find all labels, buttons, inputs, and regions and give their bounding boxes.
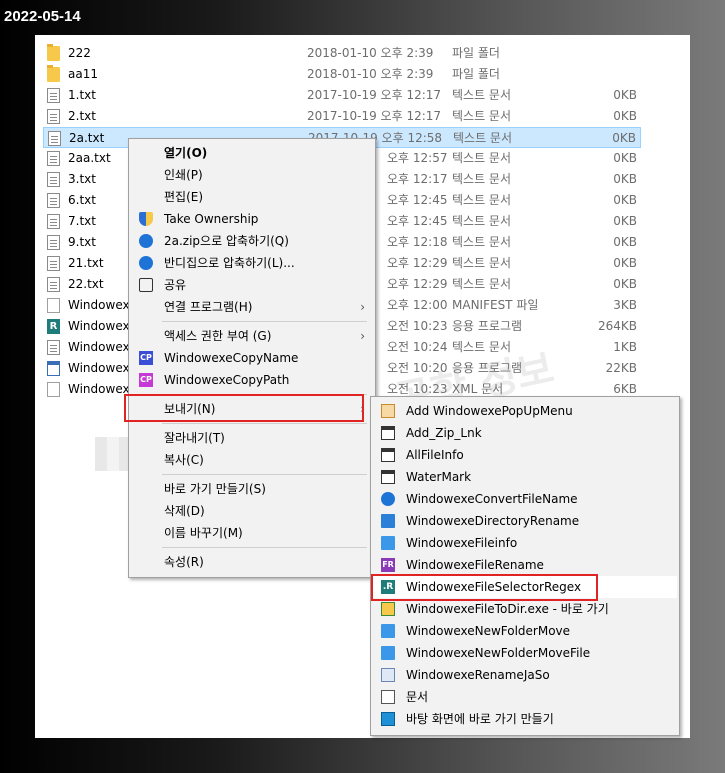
file-row-1-txt[interactable]: 1.txt 2017-10-19 오후 12:17 텍스트 문서 0KB [43,85,641,106]
shield-icon [139,212,153,226]
cp-icon: CP [139,373,153,387]
sendto-watermark[interactable]: WaterMark [373,466,677,488]
sendto-add-popupmenu[interactable]: Add WindowexePopUpMenu [373,400,677,422]
menu-separator [162,423,367,424]
sendto-new-folder-move[interactable]: WindowexeNewFolderMove [373,620,677,642]
fr-icon: FR [381,558,395,572]
chevron-right-icon: › [360,300,365,314]
file-row-222[interactable]: 222 2018-01-10 오후 2:39 파일 폴더 [43,43,641,64]
menu-item-delete[interactable]: 삭제(D) [131,500,373,522]
window-icon [381,448,395,462]
text-document-icon [47,214,60,229]
sendto-convert-filename[interactable]: WindowexeConvertFileName [373,488,677,510]
blue-folder-icon [381,536,395,550]
blank-file-icon [47,298,60,313]
menu-item-bandizip[interactable]: 반디집으로 압축하기(L)... [131,252,373,274]
bandizip-icon [139,256,153,270]
sendto-file-rename[interactable]: FR WindowexeFileRename [373,554,677,576]
text-document-icon [47,340,60,355]
text-document-icon [47,109,60,124]
text-document-icon [47,235,60,250]
send-to-highlight-box [124,394,364,422]
menu-item-rename[interactable]: 이름 바꾸기(M) [131,522,373,544]
bandizip-icon [139,234,153,248]
folder-rename-icon [381,514,395,528]
info-icon [381,492,395,506]
menu-item-edit[interactable]: 편집(E) [131,186,373,208]
menu-item-open[interactable]: 열기(O) [131,142,373,164]
window-app-icon [47,361,60,376]
menu-separator [162,321,367,322]
file-selector-regex-highlight-box [371,574,598,601]
desktop-icon [381,712,395,726]
text-document-icon [48,131,61,146]
folder-shortcut-icon [381,602,395,616]
jaso-icon [381,668,395,682]
menu-item-take-ownership[interactable]: Take Ownership [131,208,373,230]
menu-item-create-shortcut[interactable]: 바로 가기 만들기(S) [131,478,373,500]
text-document-icon [47,277,60,292]
sendto-documents[interactable]: 문서 [373,686,677,708]
sendto-allfileinfo[interactable]: AllFileInfo [373,444,677,466]
sendto-file-to-dir[interactable]: WindowexeFileToDir.exe - 바로 가기 [373,598,677,620]
menu-item-copy[interactable]: 복사(C) [131,449,373,471]
menu-item-share[interactable]: 공유 [131,274,373,296]
sendto-rename-jaso[interactable]: WindowexeRenameJaSo [373,664,677,686]
sendto-add-zip-lnk[interactable]: Add_Zip_Lnk [373,422,677,444]
text-document-icon [47,172,60,187]
date-label: 2022-05-14 [4,8,81,25]
cp-icon: CP [139,351,153,365]
chevron-right-icon: › [360,329,365,343]
text-document-icon [47,151,60,166]
blank-file-icon [47,382,60,397]
text-document-icon [47,88,60,103]
window-icon [381,426,395,440]
menu-item-grant-access[interactable]: 액세스 권한 부여 (G) › [131,325,373,347]
menu-item-cut[interactable]: 잘라내기(T) [131,427,373,449]
app-r-icon: R [47,319,60,334]
text-document-icon [47,256,60,271]
window-icon [381,470,395,484]
sendto-new-folder-move-file[interactable]: WindowexeNewFolderMoveFile [373,642,677,664]
blue-folder-icon [381,646,395,660]
menu-separator [162,474,367,475]
menu-item-copy-path[interactable]: CP WindowexeCopyPath [131,369,373,391]
menu-item-properties[interactable]: 속성(R) [131,551,373,573]
text-document-icon [47,193,60,208]
send-to-submenu: Add WindowexePopUpMenu Add_Zip_Lnk AllFi… [370,396,680,736]
menu-item-copy-name[interactable]: CP WindowexeCopyName [131,347,373,369]
popup-menu-icon [381,404,395,418]
sendto-desktop-shortcut[interactable]: 바탕 화면에 바로 가기 만들기 [373,708,677,730]
document-icon [381,690,395,704]
share-icon [139,278,153,292]
sendto-fileinfo[interactable]: WindowexeFileinfo [373,532,677,554]
folder-icon [47,44,60,61]
file-row-2-txt[interactable]: 2.txt 2017-10-19 오후 12:17 텍스트 문서 0KB [43,106,641,127]
menu-separator [162,547,367,548]
menu-item-open-with[interactable]: 연결 프로그램(H) › [131,296,373,318]
folder-icon [47,65,60,82]
sendto-directory-rename[interactable]: WindowexeDirectoryRename [373,510,677,532]
menu-item-print[interactable]: 인쇄(P) [131,164,373,186]
context-menu: 열기(O) 인쇄(P) 편집(E) Take Ownership 2a.zip으… [128,138,376,578]
menu-item-zip[interactable]: 2a.zip으로 압축하기(Q) [131,230,373,252]
file-row-aa11[interactable]: aa11 2018-01-10 오후 2:39 파일 폴더 [43,64,641,85]
blue-folder-icon [381,624,395,638]
